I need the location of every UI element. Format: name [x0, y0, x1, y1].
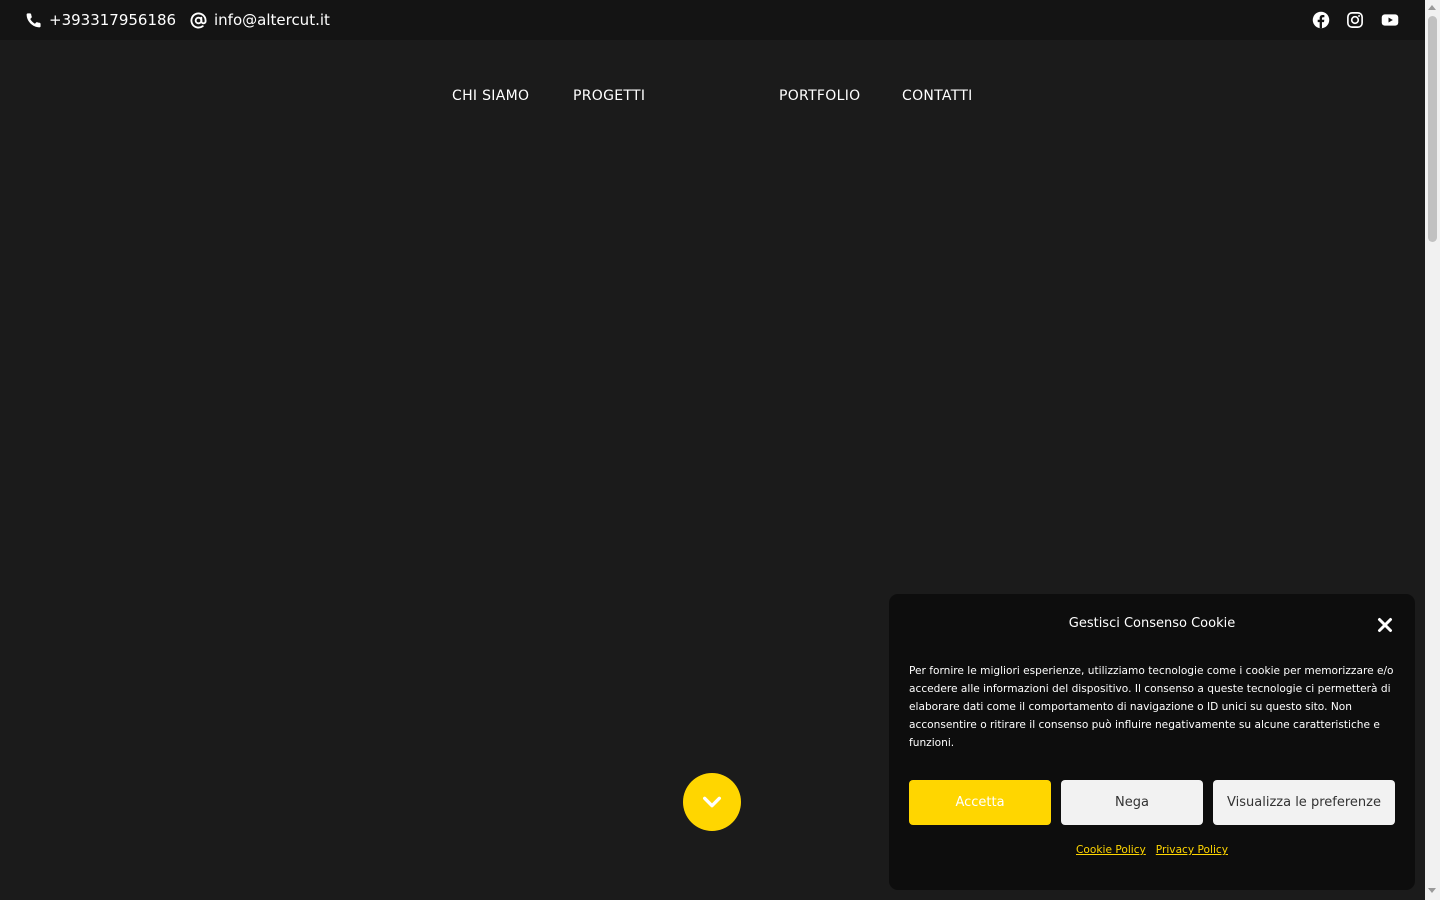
close-icon[interactable] — [1375, 615, 1395, 635]
scroll-down-arrow-icon[interactable] — [1428, 888, 1436, 893]
accept-button[interactable]: Accetta — [909, 780, 1051, 825]
cookie-policy-link[interactable]: Cookie Policy — [1076, 844, 1146, 856]
nav-item-portfolio[interactable]: PORTFOLIO — [779, 86, 860, 106]
email-link[interactable]: info@altercut.it — [190, 0, 330, 40]
instagram-icon[interactable] — [1345, 10, 1365, 30]
phone-icon — [25, 12, 42, 29]
cookie-consent-dialog: Gestisci Consenso Cookie Per fornire le … — [889, 594, 1415, 890]
nav-item-contatti[interactable]: CONTATTI — [902, 86, 973, 106]
deny-button[interactable]: Nega — [1061, 780, 1203, 825]
email-address: info@altercut.it — [214, 11, 330, 29]
at-sign-icon — [190, 12, 207, 29]
phone-link[interactable]: +393317956186 — [25, 0, 176, 40]
vertical-scrollbar[interactable] — [1425, 0, 1440, 900]
phone-number: +393317956186 — [49, 11, 177, 29]
scrollbar-thumb[interactable] — [1428, 16, 1437, 242]
cookie-dialog-title: Gestisci Consenso Cookie — [1068, 616, 1236, 631]
youtube-icon[interactable] — [1380, 10, 1400, 30]
nav-item-chi-siamo[interactable]: CHI SIAMO — [452, 86, 529, 106]
nav-item-progetti[interactable]: PROGETTI — [573, 86, 645, 106]
view-preferences-button[interactable]: Visualizza le preferenze — [1213, 780, 1395, 825]
privacy-policy-link[interactable]: Privacy Policy — [1156, 844, 1228, 856]
top-bar: +393317956186 info@altercut.it — [0, 0, 1425, 40]
chevron-down-icon — [701, 791, 723, 813]
scroll-up-arrow-icon[interactable] — [1428, 5, 1436, 10]
facebook-icon[interactable] — [1311, 10, 1331, 30]
page: +393317956186 info@altercut.it CHI SIAMO… — [0, 0, 1440, 900]
cookie-dialog-message: Per fornire le migliori esperienze, util… — [909, 665, 1394, 749]
cookie-dialog-links: Cookie Policy Privacy Policy — [889, 844, 1415, 856]
scroll-down-button[interactable] — [683, 773, 741, 831]
